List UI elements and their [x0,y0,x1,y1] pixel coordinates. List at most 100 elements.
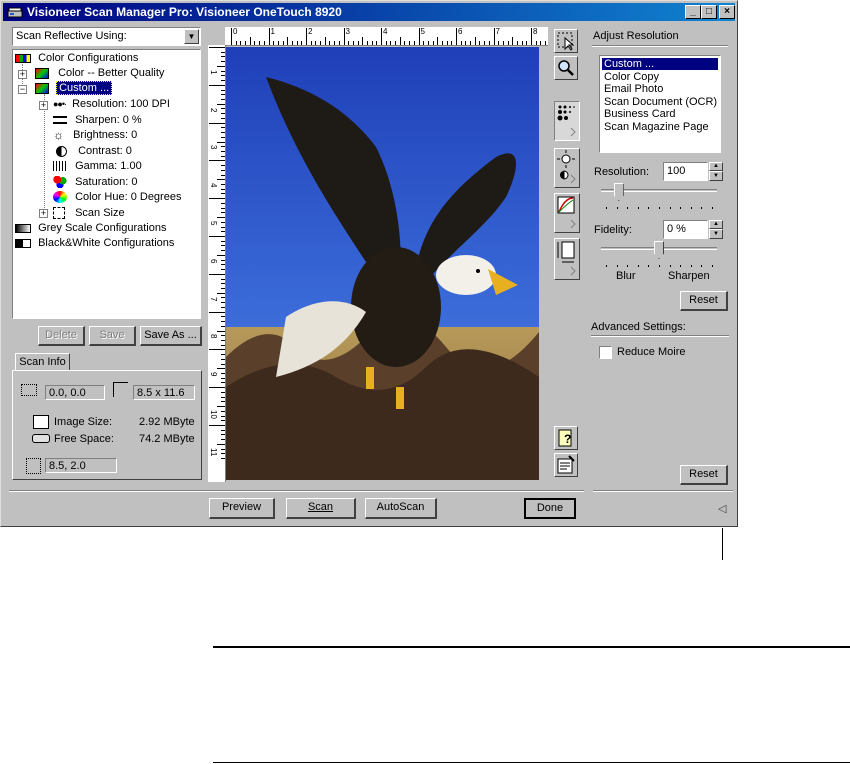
size-field: 8.5 x 11.6 [133,385,195,400]
reset-advanced-button[interactable]: Reset [680,465,728,485]
reduce-moire-checkbox[interactable] [599,346,612,359]
select-cursor-icon [557,32,575,51]
fidelity-spin-down[interactable]: ▼ [709,229,723,239]
ruler-tick [531,28,532,45]
page-rule-bottom [213,762,850,763]
tree-item-saturation[interactable]: Saturation: 0 [53,175,137,190]
resolution-spin-down[interactable]: ▼ [709,171,723,181]
tree-item-color-configurations[interactable]: Color Configurations [15,51,138,66]
resolution-slider-thumb[interactable] [613,183,624,201]
preset-item[interactable]: Scan Magazine Page [602,121,718,133]
ruler-tick [221,283,225,285]
ruler-tick [221,117,225,119]
preview-area: 0 1 2 3 4 5 6 7 8 1 2 3 4 5 6 7 8 9 10 11 [208,27,548,482]
configuration-tree[interactable]: Color Configurations + Color -- Better Q… [12,49,201,319]
resolution-spin-up[interactable]: ▲ [709,162,723,171]
fidelity-spin-up[interactable]: ▲ [709,220,723,229]
collapse-minus-icon[interactable]: − [18,85,27,94]
divider [9,490,584,492]
scan-button[interactable]: Scan [286,498,356,519]
maximize-button[interactable]: □ [701,5,717,19]
tree-item-color-better-quality[interactable]: Color -- Better Quality [35,66,164,81]
ruler-tick [221,245,225,247]
ruler-tick [493,28,495,45]
properties-button[interactable] [554,453,578,477]
save-button[interactable]: Save [89,326,136,346]
tree-item-contrast[interactable]: Contrast: 0 [53,144,132,159]
ruler-tick [324,37,326,45]
saturation-icon [53,176,67,189]
tree-item-scan-size[interactable]: Scan Size [53,206,125,221]
ruler-tick [221,98,225,100]
ruler-tick [221,56,225,58]
autoscan-button[interactable]: AutoScan [365,498,437,519]
ruler-tick [352,41,354,45]
preview-button[interactable]: Preview [209,498,275,519]
expand-plus-icon[interactable]: + [39,209,48,218]
resolution-input[interactable]: 100 [663,162,708,181]
chevron-down-icon[interactable]: ▼ [184,29,199,44]
ruler-tick [221,184,225,186]
help-button[interactable]: ? [554,426,578,450]
fidelity-slider-thumb[interactable] [654,241,664,259]
ruler-tick [456,28,457,45]
tree-label: Contrast: 0 [78,145,132,157]
tree-item-color-hue[interactable]: Color Hue: 0 Degrees [53,190,181,205]
delete-button[interactable]: Delete [38,326,85,346]
expand-plus-icon[interactable]: + [18,70,27,79]
ruler-tick [221,132,225,134]
brightness-tool[interactable] [554,148,580,188]
size-icon [113,382,128,397]
resolution-tool[interactable] [554,101,580,141]
preset-list[interactable]: Custom ... Color Copy Email Photo Scan Docu… [599,55,721,153]
ruler-tick [301,41,303,45]
preset-item[interactable]: Custom ... [602,58,718,70]
tab-scan-info[interactable]: Scan Info [15,353,70,371]
select-area-tool[interactable] [554,29,578,53]
expand-plus-icon[interactable]: + [39,101,48,110]
minimize-button[interactable]: _ [685,5,701,19]
color-curve-tool[interactable] [554,193,580,233]
svg-text:?: ? [564,432,571,446]
done-button[interactable]: Done [524,498,576,519]
zoom-tool[interactable] [554,56,578,80]
preset-item[interactable]: Scan Document (OCR) [602,96,718,108]
ruler-label: 3 [345,27,350,36]
preview-image[interactable] [226,47,539,480]
fidelity-input[interactable]: 0 % [663,220,708,239]
title-bar[interactable]: Visioneer Scan Manager Pro: Visioneer On… [3,3,735,21]
preset-item[interactable]: Business Card [602,108,718,120]
tree-item-grey-scale[interactable]: Grey Scale Configurations [15,221,166,236]
ruler-tick [217,443,225,445]
fidelity-label: Fidelity: [594,224,632,236]
contrast-icon [56,145,67,157]
ruler-tick [245,41,247,45]
ruler-tick [540,41,542,45]
tree-item-resolution[interactable]: ●●•· Resolution: 100 DPI [53,97,170,112]
tree-item-black-white[interactable]: Black&White Configurations [15,236,174,251]
tree-item-brightness[interactable]: ☼ Brightness: 0 [53,128,137,143]
ruler-tick [221,420,225,422]
ruler-tick [217,406,225,408]
origin-icon [21,384,37,396]
tree-item-custom[interactable]: Custom ... [35,81,113,96]
tree-item-sharpen[interactable]: Sharpen: 0 % [53,113,142,128]
ruler-tick [217,254,225,256]
reset-fidelity-button[interactable]: Reset [680,291,728,311]
eagle-photo [226,47,539,480]
ruler-tick [526,41,528,45]
preset-item[interactable]: Email Photo [602,83,718,95]
ruler-tick [409,41,411,45]
save-as-button[interactable]: Save As ... [140,326,202,346]
close-button[interactable]: × [719,5,735,19]
collapse-panel-icon[interactable]: ◁ [718,502,726,515]
ruler-tick [451,41,453,45]
image-size-icon [33,415,49,429]
ruler-tick [376,41,378,45]
scan-size-tool[interactable] [554,238,580,280]
ruler-tick [221,363,225,365]
tree-item-gamma[interactable]: Gamma: 1.00 [53,159,142,174]
slider-tick [701,207,703,209]
preset-item[interactable]: Color Copy [602,71,718,83]
scan-source-select[interactable]: Scan Reflective Using: ▼ [12,27,201,46]
